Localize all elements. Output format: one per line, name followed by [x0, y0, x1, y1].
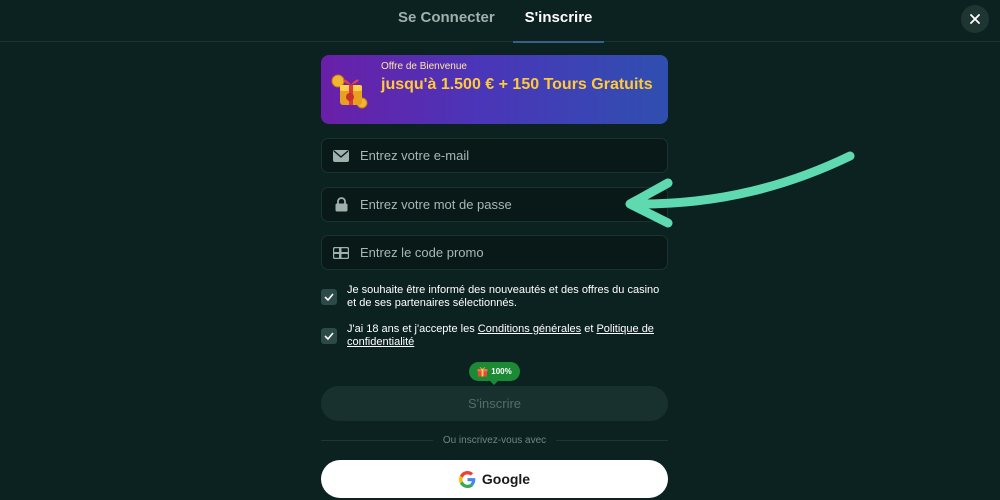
banner-subtitle: Offre de Bienvenue — [381, 61, 467, 72]
google-button-label: Google — [481, 471, 531, 487]
google-signin-button[interactable]: Google — [321, 460, 668, 498]
newsletter-consent-text: Je souhaite être informé des nouveautés … — [347, 284, 660, 309]
welcome-offer-banner[interactable]: Offre de Bienvenue jusqu'à 1.500 € + 150… — [321, 55, 668, 124]
terms-link[interactable]: Conditions générales — [478, 323, 581, 335]
tab-login[interactable]: Se Connecter — [398, 0, 495, 42]
divider: Ou inscrivez-vous avec — [321, 433, 668, 447]
newsletter-checkbox[interactable] — [321, 289, 337, 305]
banner-title: jusqu'à 1.500 € + 150 Tours Gratuits — [381, 76, 653, 93]
terms-consent: J'ai 18 ans et j'accepte les Conditions … — [321, 323, 668, 349]
gift-icon — [477, 367, 488, 377]
gift-card-icon — [333, 246, 349, 259]
newsletter-consent: Je souhaite être informé des nouveautés … — [321, 284, 668, 310]
email-input[interactable] — [360, 139, 667, 172]
password-field[interactable] — [321, 187, 668, 222]
signup-submit-button[interactable]: S'inscrire — [321, 386, 668, 421]
close-icon — [970, 14, 980, 24]
terms-and: et — [581, 323, 597, 335]
password-input[interactable] — [360, 188, 667, 221]
lock-icon — [335, 197, 347, 212]
checkmark-icon — [324, 293, 334, 301]
divider-line — [321, 439, 433, 441]
google-logo-icon — [458, 470, 476, 488]
checkmark-icon — [324, 332, 334, 340]
terms-consent-text: J'ai 18 ans et j'accepte les Conditions … — [347, 323, 668, 349]
bonus-badge: 100% — [469, 362, 520, 385]
close-button[interactable] — [961, 5, 989, 33]
email-field[interactable] — [321, 138, 668, 173]
terms-checkbox[interactable] — [321, 328, 337, 344]
promo-code-field[interactable] — [321, 235, 668, 270]
top-bar: Se Connecter S'inscrire — [0, 0, 1000, 43]
bonus-badge-text: 100% — [491, 367, 512, 376]
gift-icon — [331, 74, 368, 109]
terms-prefix: J'ai 18 ans et j'accepte les — [347, 323, 478, 335]
divider-line — [556, 439, 668, 441]
tab-signup[interactable]: S'inscrire — [513, 0, 604, 43]
divider-text: Ou inscrivez-vous avec — [442, 434, 547, 446]
envelope-icon — [333, 149, 349, 162]
promo-code-input[interactable] — [360, 236, 667, 269]
